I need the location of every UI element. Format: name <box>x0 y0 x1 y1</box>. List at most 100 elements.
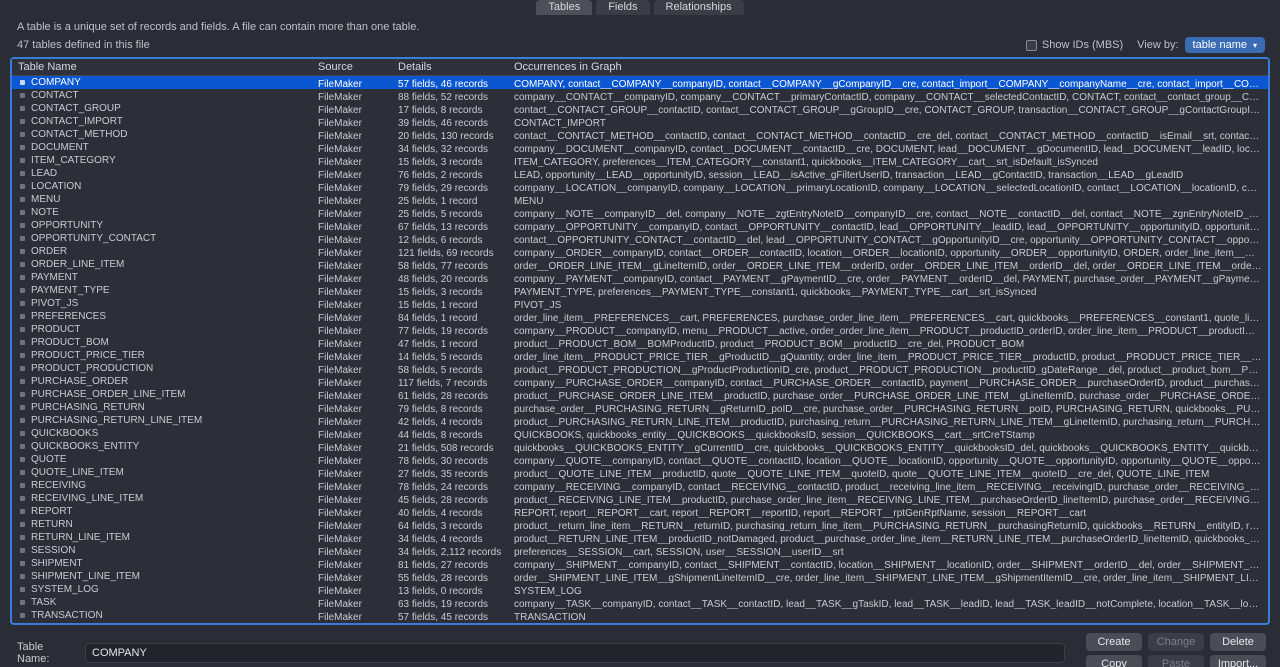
table-row[interactable]: QUOTE_LINE_ITEMFileMaker27 fields, 35 re… <box>12 466 1268 479</box>
row-occurrences: REPORT, report__REPORT__cart, report__RE… <box>508 505 1268 518</box>
row-details: 79 fields, 8 records <box>392 401 508 414</box>
table-row[interactable]: CONTACT_METHODFileMaker20 fields, 130 re… <box>12 128 1268 141</box>
row-occurrences: order__ORDER_LINE_ITEM__gLineItemID, ord… <box>508 258 1268 271</box>
row-details: 25 fields, 5 records <box>392 206 508 219</box>
table-row[interactable]: PREFERENCESFileMaker84 fields, 1 recordo… <box>12 310 1268 323</box>
row-name: PREFERENCES <box>31 310 106 323</box>
table-row[interactable]: SYSTEM_LOGFileMaker13 fields, 0 recordsS… <box>12 583 1268 596</box>
table-row[interactable]: OPPORTUNITY_CONTACTFileMaker12 fields, 6… <box>12 232 1268 245</box>
col-occurrences[interactable]: Occurrences in Graph <box>508 59 1268 75</box>
view-by-select[interactable]: table name ▾ <box>1185 37 1265 53</box>
table-row[interactable]: RECEIVINGFileMaker78 fields, 24 recordsc… <box>12 479 1268 492</box>
table-row[interactable]: PURCHASING_RETURN_LINE_ITEMFileMaker42 f… <box>12 414 1268 427</box>
row-name: QUICKBOOKS_ENTITY <box>31 440 139 453</box>
row-occurrences: company__QUOTE__companyID, contact__QUOT… <box>508 453 1268 466</box>
row-occurrences: product__PURCHASE_ORDER_LINE_ITEM__produ… <box>508 388 1268 401</box>
col-details[interactable]: Details <box>392 59 508 75</box>
row-details: 15 fields, 3 records <box>392 284 508 297</box>
row-source: FileMaker <box>312 154 392 167</box>
table-row[interactable]: PRODUCTFileMaker77 fields, 19 recordscom… <box>12 323 1268 336</box>
row-occurrences: TRANSACTION <box>508 609 1268 622</box>
table-row[interactable]: CONTACTFileMaker88 fields, 52 recordscom… <box>12 89 1268 102</box>
row-occurrences: PIVOT_JS <box>508 297 1268 310</box>
table-row[interactable]: PURCHASE_ORDER_LINE_ITEMFileMaker61 fiel… <box>12 388 1268 401</box>
row-occurrences: product__PRODUCT_BOM__BOMProductID, prod… <box>508 336 1268 349</box>
row-name: MENU <box>31 193 60 206</box>
tab-relationships[interactable]: Relationships <box>654 0 744 15</box>
table-row[interactable]: QUOTEFileMaker78 fields, 30 recordscompa… <box>12 453 1268 466</box>
row-source: FileMaker <box>312 349 392 362</box>
col-source[interactable]: Source <box>312 59 392 75</box>
table-row[interactable]: ORDERFileMaker121 fields, 69 recordscomp… <box>12 245 1268 258</box>
col-table-name[interactable]: Table Name <box>12 59 312 75</box>
table-row[interactable]: TASKFileMaker63 fields, 19 recordscompan… <box>12 596 1268 609</box>
table-row[interactable]: PURCHASING_RETURNFileMaker79 fields, 8 r… <box>12 401 1268 414</box>
table-row[interactable]: DOCUMENTFileMaker34 fields, 32 recordsco… <box>12 141 1268 154</box>
table-row[interactable]: PIVOT_JSFileMaker15 fields, 1 recordPIVO… <box>12 297 1268 310</box>
table-row[interactable]: COMPANYFileMaker57 fields, 46 recordsCOM… <box>12 76 1268 89</box>
table-row[interactable]: RETURN_LINE_ITEMFileMaker34 fields, 4 re… <box>12 531 1268 544</box>
table-row[interactable]: MENUFileMaker25 fields, 1 recordMENU <box>12 193 1268 206</box>
view-by-value: table name <box>1193 39 1247 51</box>
row-source: FileMaker <box>312 336 392 349</box>
table-row[interactable]: NOTEFileMaker25 fields, 5 recordscompany… <box>12 206 1268 219</box>
table-row[interactable]: PRODUCT_PRICE_TIERFileMaker14 fields, 5 … <box>12 349 1268 362</box>
row-bullet-icon <box>20 93 25 98</box>
row-details: 44 fields, 8 records <box>392 427 508 440</box>
row-source: FileMaker <box>312 284 392 297</box>
import-button[interactable]: Import... <box>1210 655 1266 667</box>
row-occurrences: product__PURCHASING_RETURN_LINE_ITEM__pr… <box>508 414 1268 427</box>
row-details: 67 fields, 13 records <box>392 219 508 232</box>
table-row[interactable]: OPPORTUNITYFileMaker67 fields, 13 record… <box>12 219 1268 232</box>
tab-fields[interactable]: Fields <box>596 0 649 15</box>
row-occurrences: company__NOTE__companyID__del, company__… <box>508 206 1268 219</box>
delete-button[interactable]: Delete <box>1210 633 1266 651</box>
table-row[interactable]: PAYMENTFileMaker48 fields, 20 recordscom… <box>12 271 1268 284</box>
row-occurrences: QUICKBOOKS, quickbooks_entity__QUICKBOOK… <box>508 427 1268 440</box>
change-button[interactable]: Change <box>1148 633 1204 651</box>
table-row[interactable]: LEADFileMaker76 fields, 2 recordsLEAD, o… <box>12 167 1268 180</box>
table-row[interactable]: ORDER_LINE_ITEMFileMaker58 fields, 77 re… <box>12 258 1268 271</box>
table-row[interactable]: PAYMENT_TYPE FileMaker15 fields, 3 record… <box>12 284 1268 297</box>
table-row[interactable]: PRODUCT_PRODUCTIONFileMaker58 fields, 5 … <box>12 362 1268 375</box>
row-details: 15 fields, 1 record <box>392 297 508 310</box>
table-body[interactable]: COMPANYFileMaker57 fields, 46 recordsCOM… <box>12 76 1268 623</box>
row-name: PAYMENT_TYPE <box>31 284 110 297</box>
row-details: 17 fields, 8 records <box>392 102 508 115</box>
table-row[interactable]: TRANSACTIONFileMaker57 fields, 45 record… <box>12 609 1268 622</box>
paste-button[interactable]: Paste <box>1148 655 1204 667</box>
row-occurrences: product__RETURN_LINE_ITEM__productID_not… <box>508 531 1268 544</box>
table-row[interactable]: LOCATIONFileMaker79 fields, 29 recordsco… <box>12 180 1268 193</box>
row-details: 61 fields, 28 records <box>392 388 508 401</box>
table-row[interactable]: PURCHASE_ORDERFileMaker117 fields, 7 rec… <box>12 375 1268 388</box>
show-ids-checkbox[interactable]: Show IDs (MBS) <box>1026 39 1123 51</box>
table-row[interactable]: RECEIVING_LINE_ITEMFileMaker45 fields, 2… <box>12 492 1268 505</box>
table-row[interactable]: QUICKBOOKS_ENTITYFileMaker21 fields, 508… <box>12 440 1268 453</box>
row-bullet-icon <box>20 392 25 397</box>
table-name-input[interactable] <box>85 643 1065 663</box>
row-details: 34 fields, 32 records <box>392 141 508 154</box>
table-row[interactable]: SHIPMENTFileMaker81 fields, 27 recordsco… <box>12 557 1268 570</box>
row-bullet-icon <box>20 353 25 358</box>
table-row[interactable]: PRODUCT_BOMFileMaker47 fields, 1 recordp… <box>12 336 1268 349</box>
table-row[interactable]: RETURNFileMaker64 fields, 3 recordsprodu… <box>12 518 1268 531</box>
row-name: QUOTE_LINE_ITEM <box>31 466 124 479</box>
copy-button[interactable]: Copy <box>1086 655 1142 667</box>
table-row[interactable]: ITEM_CATEGORYFileMaker15 fields, 3 recor… <box>12 154 1268 167</box>
create-button[interactable]: Create <box>1086 633 1142 651</box>
table-row[interactable]: CONTACT_IMPORTFileMaker39 fields, 46 rec… <box>12 115 1268 128</box>
tab-tables[interactable]: Tables <box>536 0 592 15</box>
row-source: FileMaker <box>312 414 392 427</box>
table-row[interactable]: SESSIONFileMaker34 fields, 2,112 records… <box>12 544 1268 557</box>
table-row[interactable]: REPORTFileMaker40 fields, 4 recordsREPOR… <box>12 505 1268 518</box>
row-name: DOCUMENT <box>31 141 89 154</box>
row-name: RECEIVING_LINE_ITEM <box>31 492 143 505</box>
row-name: QUICKBOOKS <box>31 427 98 440</box>
table-row[interactable]: QUICKBOOKSFileMaker44 fields, 8 recordsQ… <box>12 427 1268 440</box>
row-name: CONTACT_IMPORT <box>31 115 123 128</box>
row-source: FileMaker <box>312 180 392 193</box>
table-row[interactable]: SHIPMENT_LINE_ITEMFileMaker55 fields, 28… <box>12 570 1268 583</box>
row-details: 117 fields, 7 records <box>392 375 508 388</box>
row-bullet-icon <box>20 522 25 527</box>
table-row[interactable]: CONTACT_GROUPFileMaker17 fields, 8 recor… <box>12 102 1268 115</box>
